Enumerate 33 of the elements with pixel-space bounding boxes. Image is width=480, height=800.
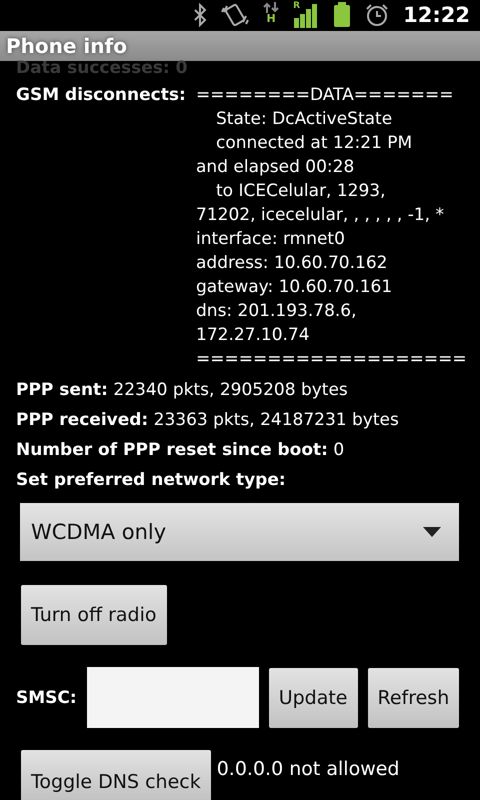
network-type-dropdown[interactable]: WCDMA only	[20, 503, 459, 561]
refresh-button[interactable]: Refresh	[368, 668, 460, 728]
smsc-label: SMSC:	[16, 686, 77, 710]
stat-text: PPP sent: 22340 pkts, 2905208 bytes	[16, 379, 349, 402]
data-line: and elapsed 00:28	[196, 156, 356, 179]
data-line: State: DcActiveState	[215, 108, 394, 131]
bluetooth-icon	[193, 3, 208, 28]
data-line: 71202, icecelular, , , , , , -1, *	[196, 204, 445, 227]
power-off-button[interactable]: Turn off radio	[21, 585, 166, 645]
data-line: ===================	[196, 348, 467, 371]
data-line: gateway: 10.60.70.161	[196, 276, 394, 299]
data-line: connected at 12:21 PM	[215, 132, 414, 155]
smsc-field[interactable]	[86, 667, 259, 728]
data-line: address: 10.60.70.162	[196, 252, 388, 275]
data-line: interface: rmnet0	[196, 228, 346, 251]
dns-status-text: 0.0.0.0 not allowed	[216, 758, 400, 780]
clock-time: 12:22	[403, 3, 470, 28]
data-line: to ICECelular, 1293,	[215, 180, 387, 203]
data-successes-text: Data successes: 0	[16, 61, 188, 79]
data-line: ========DATA=======	[196, 84, 454, 107]
vibrate-icon	[221, 2, 250, 28]
window-title: Phone info	[6, 34, 127, 58]
stat-text: Number of PPP reset since boot: 0	[16, 439, 346, 462]
network-type-label: Set preferred network type:	[16, 469, 287, 492]
alarm-clock-icon	[365, 3, 390, 28]
toggle-dns-button[interactable]: Toggle DNS check	[21, 750, 211, 800]
data-line: dns: 201.193.78.6,	[196, 300, 358, 323]
update-button[interactable]: Update	[268, 668, 358, 728]
stat-text: PPP received: 23363 pkts, 24187231 bytes	[16, 409, 400, 432]
battery-icon	[333, 2, 352, 28]
gsm-disconnects-label: GSM disconnects:	[16, 84, 187, 107]
data-line: 172.27.10.74	[196, 324, 311, 347]
caret-icon	[423, 527, 441, 537]
